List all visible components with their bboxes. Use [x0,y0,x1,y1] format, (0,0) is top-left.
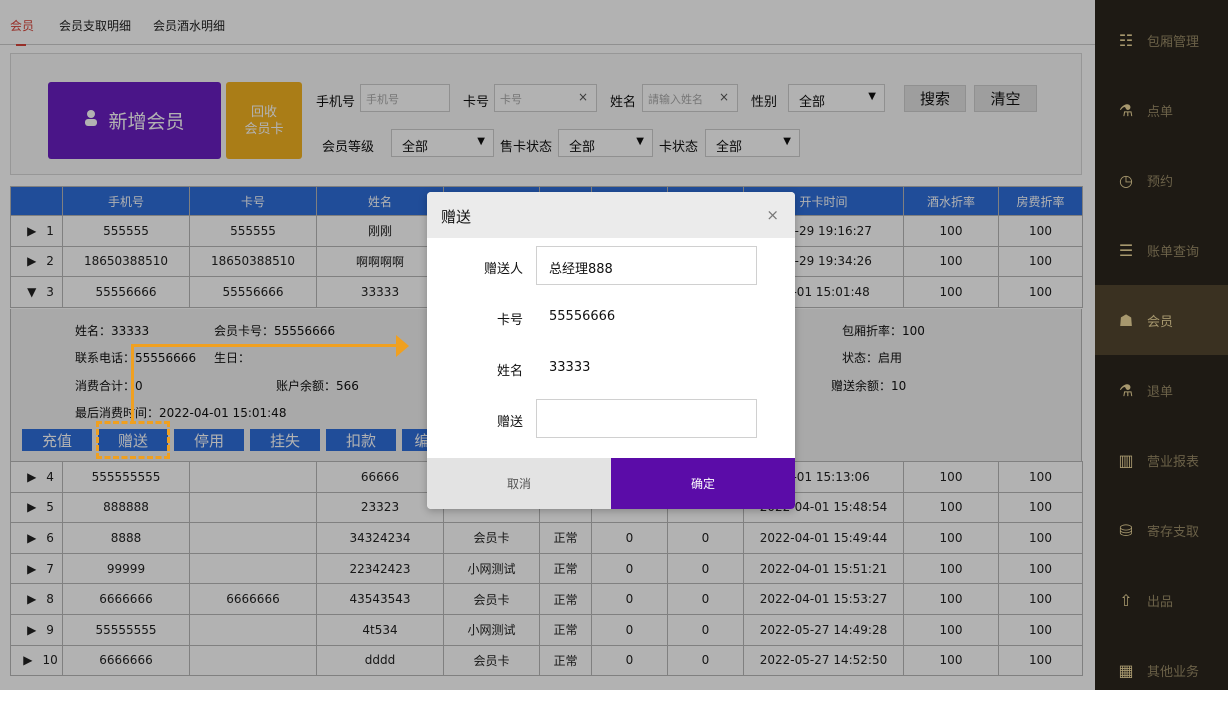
sidebar-item-order[interactable]: ⚗ 点单 [1095,75,1228,145]
app-window: 会员 会员支取明细 会员酒水明细 新增会员 回收 会员卡 手机号 手机号 卡号 … [0,0,1228,690]
clock-icon: ◷ [1119,170,1133,190]
report-icon: ▥ [1118,450,1134,470]
giver-value: 总经理888 [549,262,613,277]
sidebar-item-return[interactable]: ⚗ 退单 [1095,355,1228,425]
giver-label: 赠送人 [483,262,523,277]
gift-amount-label: 赠送 [496,415,523,430]
arrow-head-icon [396,335,409,357]
sidebar-item-label: 寄存支取 [1147,524,1200,540]
close-icon[interactable]: × [766,206,779,224]
sidebar-item-label: 点单 [1147,104,1174,120]
sidebar-item-output[interactable]: ⇧ 出品 [1095,565,1228,635]
sidebar-item-label: 出品 [1147,594,1174,610]
dialog-header: 赠送 × [427,192,795,238]
sidebar-item-report[interactable]: ▥ 营业报表 [1095,425,1228,495]
order-icon: ⚗ [1118,100,1134,120]
member-icon: ☗ [1118,310,1134,330]
gift-dialog: 赠送 × 赠送人 总经理888 卡号 55556666 姓名 33333 赠送 … [427,192,795,509]
arrow-line-vertical [131,344,134,422]
gift-button-highlight [96,421,170,459]
sidebar-item-label: 营业报表 [1147,454,1200,470]
sidebar-item-label: 账单查询 [1147,244,1200,260]
output-icon: ⇧ [1119,590,1133,610]
sidebar-item-list[interactable]: ☷ 包厢管理 [1095,5,1228,75]
sidebar-item-storage[interactable]: ⛁ 寄存支取 [1095,495,1228,565]
confirm-button[interactable]: 确定 [611,458,795,509]
grid-icon: ▦ [1118,660,1134,680]
sidebar-item-label: 会员 [1147,314,1174,330]
return-icon: ⚗ [1118,380,1134,400]
sidebar: ☷ 包厢管理 ⚗ 点单 ◷ 预约 ☰ 账单查询 ☗ 会员 ⚗ 退单 ▥ 营业报表 ⛁ 寄存支取 ⇧ 出品 ▦ 其他业务 [1095,0,1228,690]
sidebar-item-label: 预约 [1147,174,1174,190]
bill-icon: ☰ [1118,240,1134,260]
sidebar-item-member[interactable]: ☗ 会员 [1095,285,1228,355]
sidebar-item-bill[interactable]: ☰ 账单查询 [1095,215,1228,285]
member-name-value: 33333 [549,360,591,375]
storage-icon: ⛁ [1119,520,1133,540]
sidebar-item-clock[interactable]: ◷ 预约 [1095,145,1228,215]
sidebar-item-grid[interactable]: ▦ 其他业务 [1095,635,1228,705]
cancel-button[interactable]: 取消 [427,458,611,509]
sidebar-item-label: 其他业务 [1147,664,1200,680]
sidebar-item-label: 退单 [1147,384,1174,400]
member-name-label: 姓名 [496,364,523,379]
arrow-line-horizontal [131,344,399,347]
card-no-value: 55556666 [549,309,616,324]
sidebar-item-label: 包厢管理 [1147,34,1200,50]
gift-amount-input[interactable] [536,399,757,438]
list-icon: ☷ [1118,30,1134,50]
card-no-label: 卡号 [496,313,523,328]
dialog-title: 赠送 [441,208,472,226]
giver-field[interactable]: 总经理888 [536,246,757,285]
